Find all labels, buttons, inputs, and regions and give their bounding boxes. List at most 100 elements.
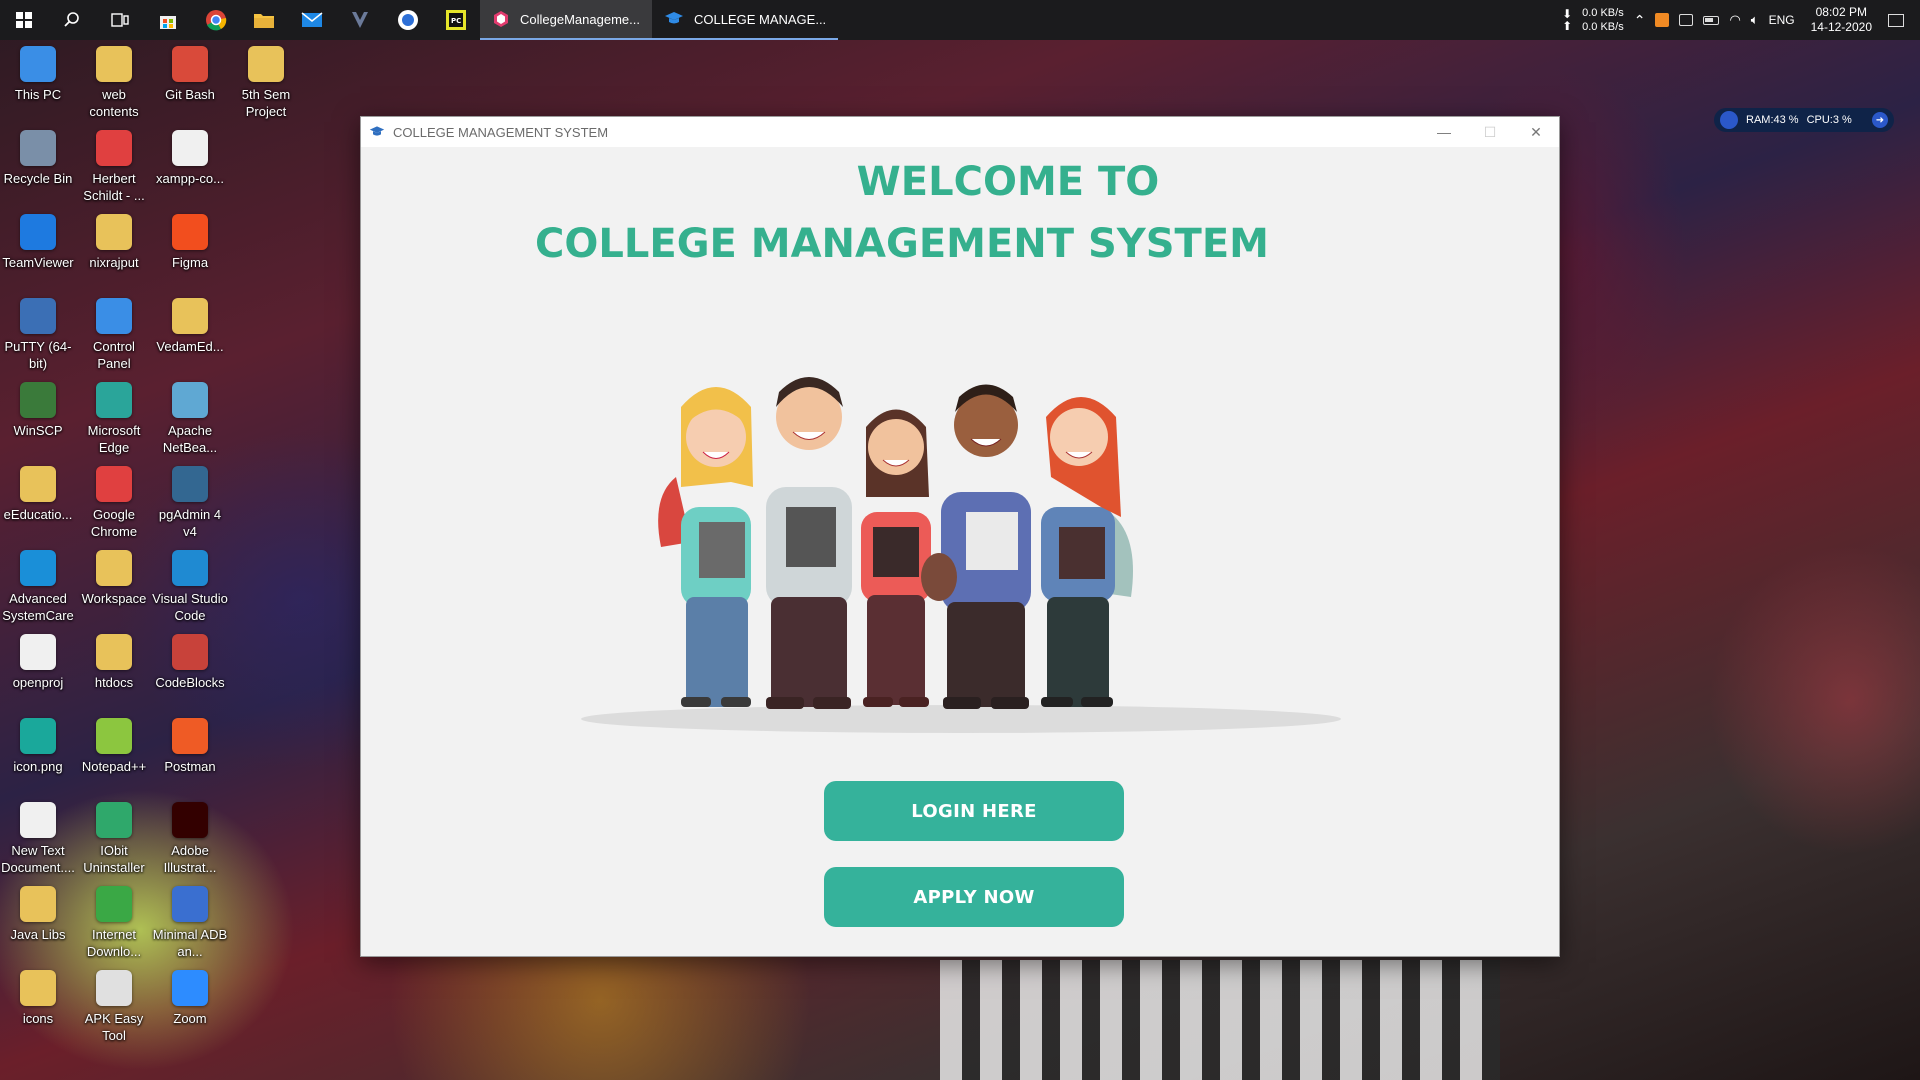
welcome-heading: WELCOME TO (856, 159, 1160, 205)
desktop-icon[interactable]: Java Libs (0, 886, 76, 943)
desktop-icon[interactable]: web contents (76, 46, 152, 120)
desktop-icon[interactable]: IObit Uninstaller (76, 802, 152, 876)
desktop-icon[interactable]: Apache NetBea... (152, 382, 228, 456)
apply-now-button[interactable]: APPLY NOW (824, 867, 1124, 927)
desktop-icon[interactable]: Google Chrome (76, 466, 152, 540)
desktop-icon-image (20, 214, 56, 250)
desktop-icon[interactable]: Git Bash (152, 46, 228, 103)
desktop-icon-label: Herbert Schildt - ... (83, 171, 145, 203)
pycharm-icon[interactable]: PC (432, 0, 480, 40)
desktop-icon[interactable]: PuTTY (64-bit) (0, 298, 76, 372)
task-view-icon[interactable] (96, 0, 144, 40)
network-speed: 0.0 KB/s 0.0 KB/s (1582, 6, 1624, 34)
minimize-button[interactable]: — (1421, 117, 1467, 147)
desktop-icon[interactable]: openproj (0, 634, 76, 691)
desktop-icon[interactable]: This PC (0, 46, 76, 103)
student-1 (658, 387, 753, 707)
login-button[interactable]: LOGIN HERE (824, 781, 1124, 841)
desktop-icon-label: Advanced SystemCare (2, 591, 74, 623)
taskbar-task-collegemanagement-2[interactable]: COLLEGE MANAGE... (651, 0, 839, 40)
wifi-icon[interactable]: ◠ (1729, 12, 1740, 28)
desktop-icon[interactable]: CodeBlocks (152, 634, 228, 691)
desktop-icon-image (172, 298, 208, 334)
desktop-icon[interactable]: 5th Sem Project (228, 46, 304, 120)
store-icon[interactable] (144, 0, 192, 40)
desktop-icon[interactable]: Postman (152, 718, 228, 775)
desktop-icon-image (172, 214, 208, 250)
taskbar: PC CollegeManageme... COLLEGE MANAGE... … (0, 0, 1920, 40)
desktop-icon[interactable]: WinSCP (0, 382, 76, 439)
desktop-icon-label: web contents (89, 87, 139, 119)
language-indicator[interactable]: ENG (1769, 13, 1795, 27)
desktop-icon-label: Figma (171, 255, 209, 270)
window-titlebar[interactable]: COLLEGE MANAGEMENT SYSTEM — ☐ ✕ (361, 117, 1559, 147)
search-icon[interactable] (48, 0, 96, 40)
desktop-icon[interactable]: icons (0, 970, 76, 1027)
student-2 (766, 377, 852, 709)
desktop-icon[interactable]: icon.png (0, 718, 76, 775)
volume-icon[interactable]: 🔈︎ (1751, 12, 1759, 28)
windows-icon[interactable] (0, 0, 48, 40)
desktop-icon[interactable]: Figma (152, 214, 228, 271)
desktop-icon-label: icons (22, 1011, 54, 1026)
desktop-icon-label: Java Libs (10, 927, 66, 942)
desktop-icon[interactable]: Internet Downlo... (76, 886, 152, 960)
notification-icon[interactable] (1888, 13, 1904, 27)
desktop-icon-image (96, 718, 132, 754)
desktop-icon[interactable]: Advanced SystemCare (0, 550, 76, 624)
rocket-icon (1720, 111, 1738, 129)
taskbar-task-collegemanagement-1[interactable]: CollegeManageme... (480, 0, 652, 40)
desktop-icon-label: openproj (12, 675, 64, 690)
desktop-icon[interactable]: Herbert Schildt - ... (76, 130, 152, 204)
desktop-icon[interactable]: Notepad++ (76, 718, 152, 775)
desktop-icon[interactable]: Minimal ADB an... (152, 886, 228, 960)
desktop-icon-image (20, 970, 56, 1006)
desktop-icon[interactable]: Visual Studio Code (152, 550, 228, 624)
desktop-icon-image (96, 886, 132, 922)
desktop-icon[interactable]: New Text Document.... (0, 802, 76, 876)
desktop-icon-image (172, 46, 208, 82)
desktop-icon[interactable]: eEducatio... (0, 466, 76, 523)
desktop-icon[interactable]: Control Panel (76, 298, 152, 372)
desktop-icon-image (20, 634, 56, 670)
game-icon[interactable] (336, 0, 384, 40)
desktop-icon-image (172, 634, 208, 670)
desktop-icon[interactable]: pgAdmin 4 v4 (152, 466, 228, 540)
desktop-icon[interactable]: Microsoft Edge (76, 382, 152, 456)
desktop-icon-image (96, 970, 132, 1006)
desktop-icon[interactable]: Workspace (76, 550, 152, 607)
file-explorer-icon[interactable] (240, 0, 288, 40)
desktop-icon-label: Microsoft Edge (87, 423, 141, 455)
net-up-speed: 0.0 KB/s (1582, 21, 1624, 33)
desktop-icon[interactable]: xampp-co... (152, 130, 228, 187)
desktop-icon-label: PuTTY (64-bit) (4, 339, 72, 371)
arrow-right-icon[interactable]: ➜ (1872, 112, 1888, 128)
chevron-up-icon[interactable]: ⌃ (1634, 12, 1646, 29)
desktop-icon[interactable]: htdocs (76, 634, 152, 691)
tray-app-icon[interactable] (1655, 13, 1670, 27)
chrome-icon[interactable] (192, 0, 240, 40)
mail-icon[interactable] (288, 0, 336, 40)
desktop-icon-image (20, 298, 56, 334)
maximize-button[interactable]: ☐ (1467, 117, 1513, 147)
desktop-icon[interactable]: VedamEd... (152, 298, 228, 355)
close-button[interactable]: ✕ (1513, 117, 1559, 147)
desktop-icon-image (172, 802, 208, 838)
desktop-icon[interactable]: Adobe Illustrat... (152, 802, 228, 876)
desktop-icon[interactable]: Zoom (152, 970, 228, 1027)
desktop-icon[interactable]: TeamViewer (0, 214, 76, 271)
desktop-icon-image (20, 466, 56, 502)
app-icon[interactable] (384, 0, 432, 40)
desktop-icon-label: xampp-co... (156, 171, 224, 186)
battery-icon[interactable] (1703, 15, 1720, 25)
clock-time: 08:02 PM (1815, 5, 1867, 19)
desktop-icon[interactable]: APK Easy Tool (76, 970, 152, 1044)
clock[interactable]: 08:02 PM 14-12-2020 (1811, 5, 1872, 35)
desktop-icon[interactable]: nixrajput (76, 214, 152, 271)
wallpaper-stripes (940, 960, 1500, 1080)
resource-monitor-widget[interactable]: RAM:43 % CPU:3 % ➜ (1714, 108, 1894, 132)
desktop-icon[interactable]: Recycle Bin (0, 130, 76, 187)
device-icon[interactable] (1679, 14, 1694, 26)
desktop-icon-image (96, 466, 132, 502)
app-name-heading: COLLEGE MANAGEMENT SYSTEM (535, 221, 1269, 267)
